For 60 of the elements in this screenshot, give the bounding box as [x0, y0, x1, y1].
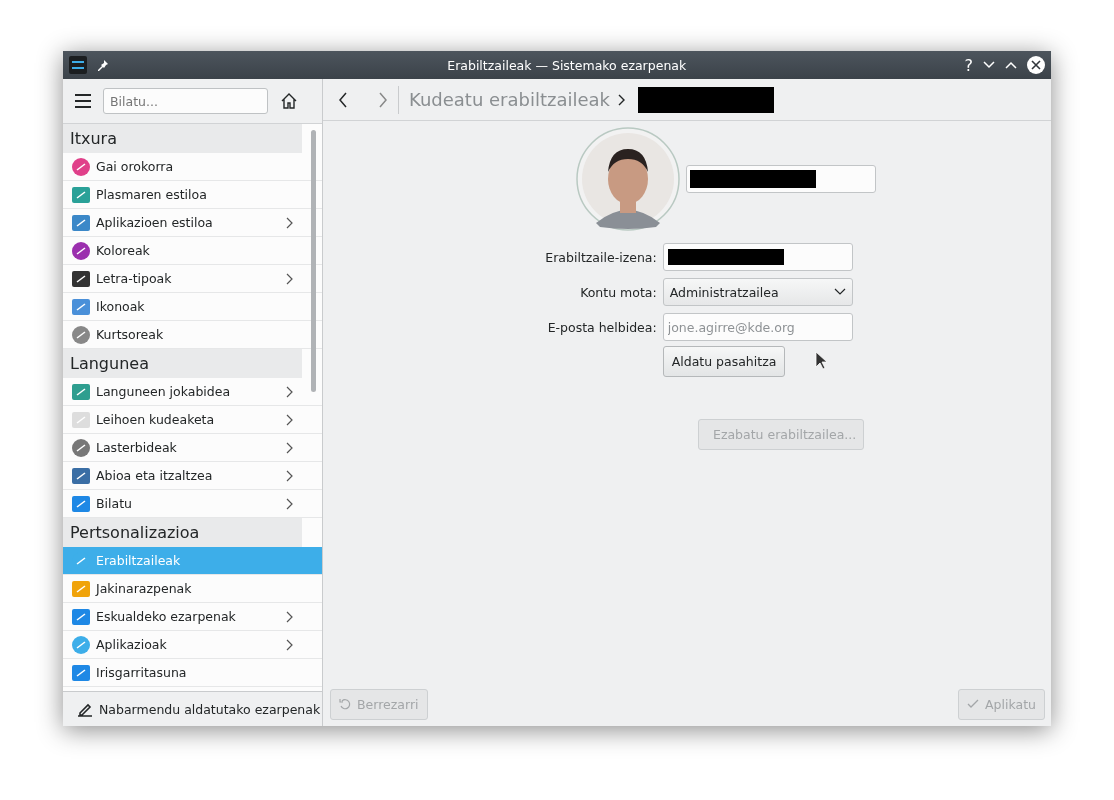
- search-field[interactable]: Bilatu...: [103, 88, 268, 114]
- section-header: Langunea: [63, 349, 302, 378]
- pen-icon: [77, 701, 93, 717]
- sidebar-item[interactable]: Koloreak: [63, 237, 322, 265]
- pin-icon[interactable]: [97, 59, 109, 71]
- section-header: Pertsonalizazioa: [63, 518, 302, 547]
- sidebar-item[interactable]: Ikonoak: [63, 293, 322, 321]
- email-field[interactable]: jone.agirre@kde.org: [662, 313, 853, 341]
- menu-icon[interactable]: [75, 94, 91, 108]
- sidebar-item[interactable]: Languneen jokabidea: [63, 378, 322, 406]
- home-icon[interactable]: [280, 92, 298, 110]
- section-header: Itxura: [63, 124, 302, 153]
- category-icon: [71, 212, 91, 233]
- category-icon: [71, 268, 91, 289]
- scrollbar[interactable]: [311, 130, 316, 392]
- category-icon: [71, 634, 91, 655]
- category-icon: [71, 465, 91, 486]
- sidebar-item[interactable]: Eskualdeko ezarpenak: [63, 603, 322, 631]
- category-icon: [71, 606, 91, 627]
- minimize-icon[interactable]: [983, 61, 995, 69]
- close-icon[interactable]: [1027, 56, 1045, 74]
- maximize-icon[interactable]: [1005, 61, 1017, 69]
- username-field[interactable]: [662, 243, 853, 271]
- window-title: Erabiltzaileak — Sistemako ezarpenak: [446, 57, 688, 73]
- sidebar-item[interactable]: Aplikazioen estiloa: [63, 209, 322, 237]
- cursor-icon: [815, 351, 827, 371]
- sidebar-item[interactable]: Plasmaren estiloa: [63, 181, 322, 209]
- category-icon: [71, 578, 91, 599]
- dropdown-icon: [833, 288, 846, 296]
- check-icon: [967, 699, 980, 709]
- category-icon: [71, 437, 91, 458]
- field-label: Erabiltzaile-izena:: [545, 249, 657, 265]
- change-password-button[interactable]: Aldatu pasahitza: [662, 346, 786, 377]
- forward-icon[interactable]: [378, 91, 388, 108]
- category-icon: [71, 296, 91, 317]
- category-icon: [71, 240, 91, 261]
- category-icon: [71, 184, 91, 205]
- back-icon[interactable]: [338, 91, 348, 108]
- sidebar-item[interactable]: Gai orokorra: [63, 153, 322, 181]
- category-icon: [71, 409, 91, 430]
- name-field[interactable]: [686, 165, 876, 193]
- field-label: E-posta helbidea:: [546, 319, 657, 335]
- category-icon: [71, 381, 91, 402]
- sidebar-item[interactable]: Letra-tipoak: [63, 265, 322, 293]
- category-icon: [71, 493, 91, 514]
- sidebar-item[interactable]: Jakinarazpenak: [63, 575, 322, 603]
- help-button[interactable]: ?: [964, 55, 973, 75]
- sidebar-item[interactable]: Aplikazioak: [63, 631, 322, 659]
- category-icon: [71, 156, 91, 177]
- category-icon: [71, 662, 91, 683]
- field-label: Kontu mota:: [579, 284, 657, 300]
- category-icon: [71, 324, 91, 345]
- sidebar-item[interactable]: Leihoen kudeaketa: [63, 406, 322, 434]
- sidebar-item[interactable]: Lasterbideak: [63, 434, 322, 462]
- sidebar-item[interactable]: Irisgarritasuna: [63, 659, 322, 687]
- app-icon: [69, 56, 87, 74]
- undo-icon: [339, 698, 351, 710]
- chevron-icon: [618, 93, 627, 106]
- sidebar-item[interactable]: Abioa eta itzaltzea: [63, 462, 322, 490]
- account-type-dropdown[interactable]: Administratzailea: [662, 278, 853, 306]
